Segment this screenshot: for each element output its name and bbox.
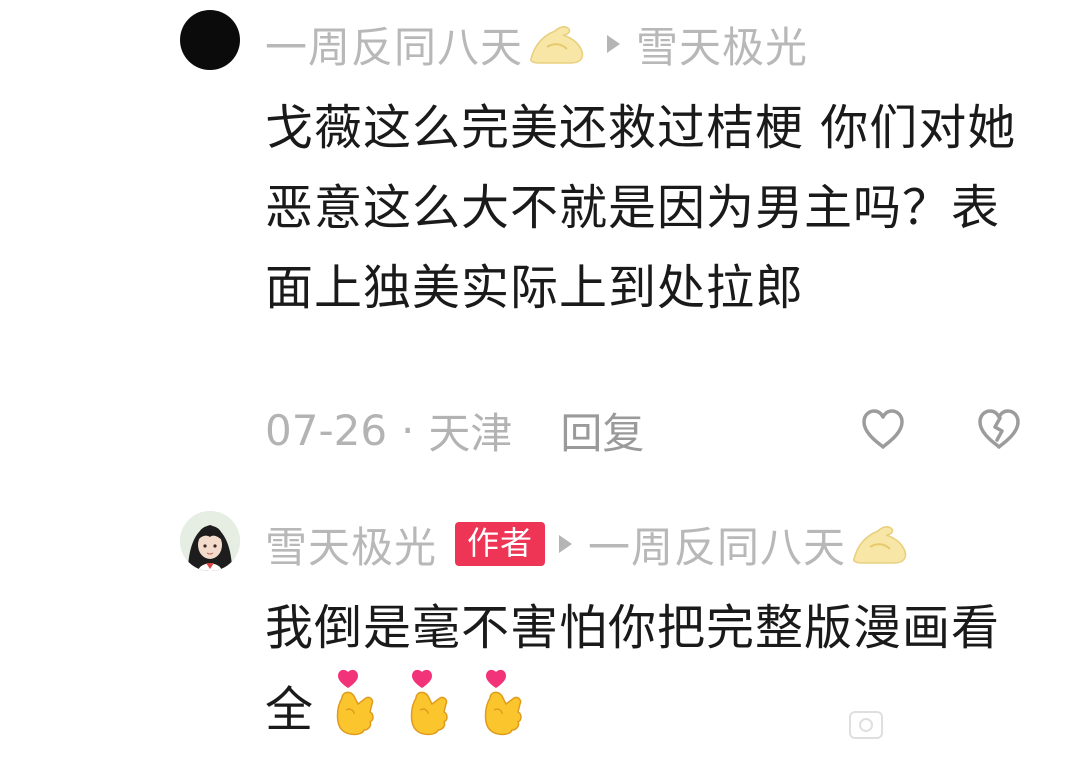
watermark-icon [848, 710, 884, 740]
user-avatar[interactable] [180, 10, 240, 70]
reply-to-username[interactable]: 一周反同八天 [588, 514, 846, 575]
author-badge: 作者 [455, 522, 546, 566]
heart-outline-icon[interactable] [860, 407, 906, 451]
username[interactable]: 一周反同八天 [265, 14, 523, 75]
broken-heart-outline-icon[interactable] [976, 407, 1022, 451]
comment-meta: 07-26 · 天津 回复 [265, 400, 644, 460]
comment-header: 一周反同八天 雪天极光 [265, 14, 808, 74]
finger-heart-emoji-icon [476, 668, 532, 738]
comment-location: 天津 [428, 408, 513, 458]
emoji-group [328, 668, 550, 738]
comment-date: 07-26 [265, 405, 388, 455]
right-triangle-icon [559, 535, 573, 553]
comment-item: 雪天极光 作者 一周反同八天 我倒是毫不害怕你把完整版漫画看全 [0, 500, 1080, 752]
finger-heart-emoji-icon [402, 668, 458, 738]
flexed-biceps-icon [525, 21, 587, 67]
comment-text: 我倒是毫不害怕你把完整版漫画看全 [265, 588, 1025, 750]
comment-item: 一周反同八天 雪天极光 戈薇这么完美还救过桔梗 你们对她恶意这么大不就是因为男主… [0, 0, 1080, 470]
flexed-biceps-icon [848, 521, 910, 567]
meta-separator: · [401, 405, 415, 455]
reply-to-username[interactable]: 雪天极光 [636, 14, 808, 75]
comment-header: 雪天极光 作者 一周反同八天 [265, 514, 916, 574]
finger-heart-emoji-icon [328, 668, 384, 738]
comment-text: 戈薇这么完美还救过桔梗 你们对她恶意这么大不就是因为男主吗？表面上独美实际上到处… [265, 100, 1017, 316]
user-avatar[interactable] [180, 511, 240, 571]
username[interactable]: 雪天极光 [265, 514, 437, 575]
right-triangle-icon [607, 35, 621, 53]
reply-button[interactable]: 回复 [560, 400, 644, 461]
